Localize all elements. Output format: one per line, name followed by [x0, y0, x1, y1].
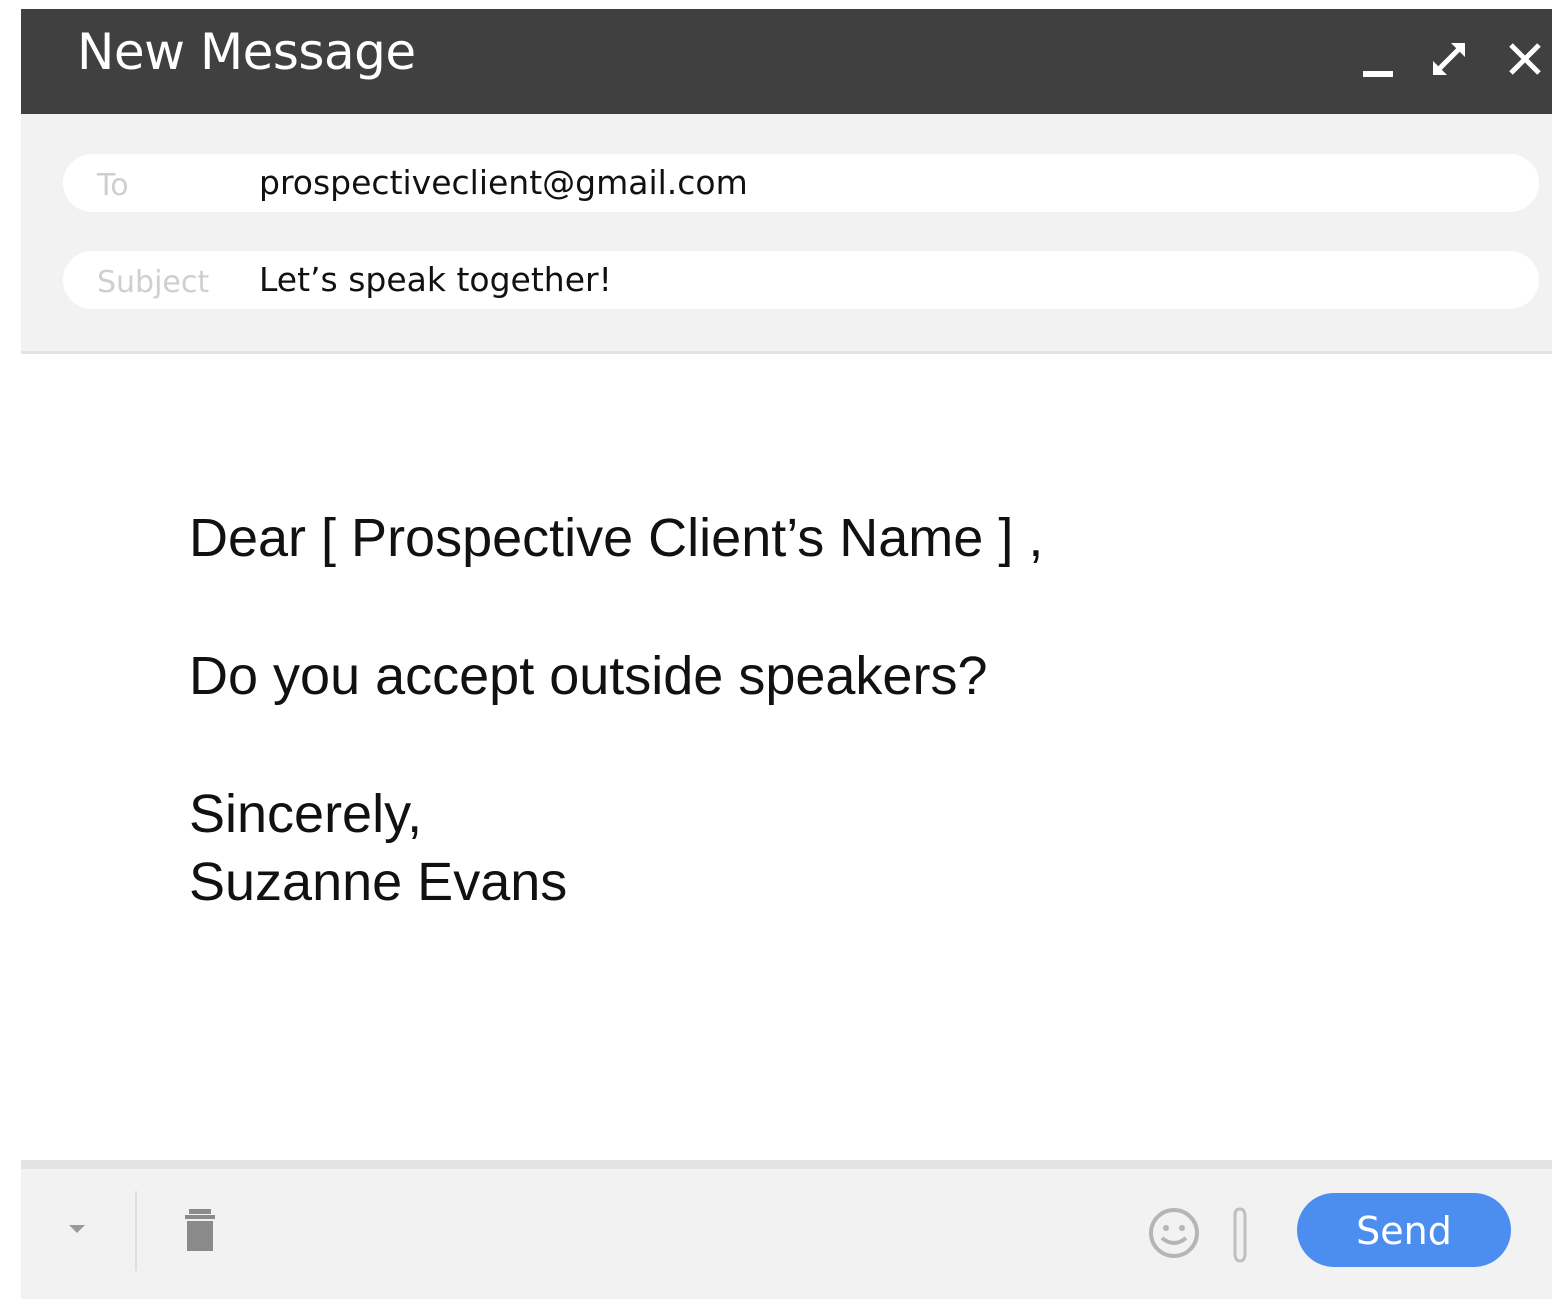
compose-footer: Send — [21, 1160, 1552, 1299]
message-body[interactable]: Dear [ Prospective Client’s Name ] , Do … — [21, 354, 1552, 1159]
subject-label: Subject — [97, 265, 210, 300]
more-options-icon[interactable] — [65, 1217, 89, 1245]
closing-line: Sincerely, — [189, 784, 423, 844]
send-button[interactable]: Send — [1297, 1193, 1511, 1267]
compose-window: New Message To prospectiveclient@gmail.c… — [21, 9, 1552, 1299]
emoji-icon[interactable] — [1147, 1206, 1201, 1264]
to-input[interactable]: prospectiveclient@gmail.com — [259, 154, 1499, 212]
header-fields: To prospectiveclient@gmail.com Subject L… — [21, 114, 1552, 354]
message-text[interactable]: Dear [ Prospective Client’s Name ] , Do … — [189, 504, 1043, 916]
subject-field[interactable]: Subject Let’s speak together! — [63, 251, 1539, 309]
signature-line: Suzanne Evans — [189, 852, 568, 912]
to-label: To — [97, 168, 129, 203]
attachment-icon[interactable] — [1227, 1205, 1253, 1269]
window-title: New Message — [77, 23, 416, 81]
trash-icon[interactable] — [183, 1209, 217, 1259]
to-field[interactable]: To prospectiveclient@gmail.com — [63, 154, 1539, 212]
footer-divider — [135, 1191, 137, 1271]
expand-icon[interactable] — [1427, 37, 1471, 81]
greeting-line: Dear [ Prospective Client’s Name ] , — [189, 508, 1044, 568]
question-line: Do you accept outside speakers? — [189, 646, 988, 706]
subject-input[interactable]: Let’s speak together! — [259, 251, 1499, 309]
title-bar: New Message — [21, 9, 1552, 114]
minimize-icon[interactable] — [1357, 37, 1401, 81]
close-icon[interactable] — [1503, 37, 1547, 81]
